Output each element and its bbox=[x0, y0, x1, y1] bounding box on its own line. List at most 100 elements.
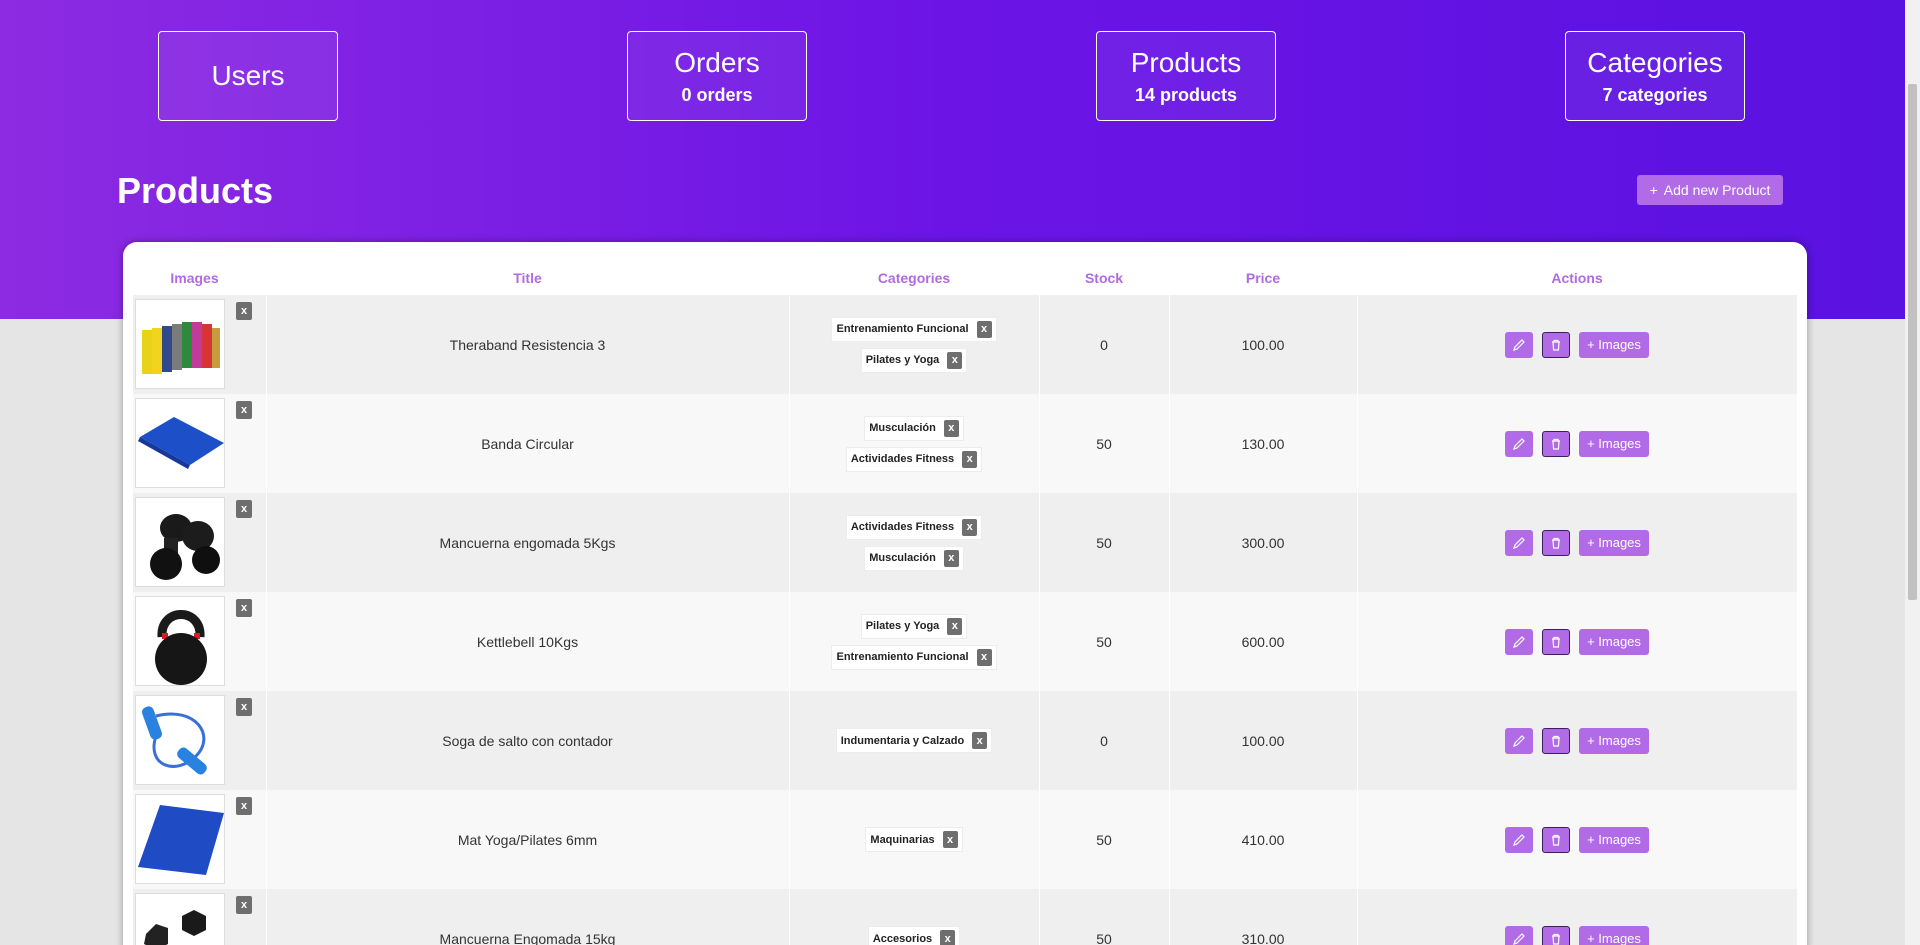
stock-value: 50 bbox=[1096, 435, 1112, 452]
table-row: x Soga de salto con contador Indumentari… bbox=[133, 691, 1797, 790]
stock-value: 50 bbox=[1096, 534, 1112, 551]
add-images-button[interactable]: + Images bbox=[1579, 826, 1649, 853]
add-product-button[interactable]: + Add new Product bbox=[1637, 175, 1783, 205]
remove-category-button[interactable]: x bbox=[962, 450, 978, 468]
remove-category-button[interactable]: x bbox=[943, 549, 959, 567]
pencil-icon bbox=[1513, 635, 1525, 648]
edit-button[interactable] bbox=[1505, 925, 1533, 945]
actions-cell: + Images bbox=[1357, 295, 1797, 394]
stat-card-orders[interactable]: Orders 0 orders bbox=[627, 31, 807, 121]
category-tag: Pilates y Yoga x bbox=[860, 347, 968, 373]
plus-icon: + bbox=[1649, 182, 1658, 198]
edit-button[interactable] bbox=[1505, 826, 1533, 853]
remove-category-button[interactable]: x bbox=[962, 518, 978, 536]
header-title: Title bbox=[513, 270, 542, 286]
delete-button[interactable] bbox=[1542, 529, 1570, 556]
remove-category-button[interactable]: x bbox=[947, 351, 963, 369]
stat-card-products[interactable]: Products 14 products bbox=[1096, 31, 1276, 121]
remove-category-button[interactable]: x bbox=[940, 930, 956, 945]
add-images-button[interactable]: + Images bbox=[1579, 727, 1649, 754]
trash-icon bbox=[1552, 735, 1560, 747]
remove-image-button[interactable]: x bbox=[236, 797, 252, 815]
scrollbar-thumb[interactable] bbox=[1908, 84, 1917, 600]
remove-category-button[interactable]: x bbox=[972, 732, 988, 749]
remove-image-button[interactable]: x bbox=[236, 599, 252, 617]
add-images-button[interactable]: + Images bbox=[1579, 430, 1649, 457]
actions-cell: + Images bbox=[1357, 889, 1797, 945]
stock-value: 50 bbox=[1096, 930, 1112, 945]
pencil-icon bbox=[1513, 338, 1525, 351]
delete-button[interactable] bbox=[1542, 430, 1570, 457]
image-cell: x bbox=[133, 394, 256, 493]
edit-button[interactable] bbox=[1505, 727, 1533, 754]
price-value: 300.00 bbox=[1241, 534, 1285, 551]
categories-cell: Actividades Fitness x Musculación x bbox=[789, 493, 1039, 592]
price-value: 130.00 bbox=[1241, 435, 1285, 452]
delete-button[interactable] bbox=[1542, 331, 1570, 358]
header-categories: Categories bbox=[877, 270, 951, 286]
remove-category-button[interactable]: x bbox=[976, 320, 992, 338]
product-thumbnail bbox=[135, 398, 225, 488]
remove-category-button[interactable]: x bbox=[947, 617, 963, 635]
add-images-button[interactable]: + Images bbox=[1579, 529, 1649, 556]
delete-button[interactable] bbox=[1542, 628, 1570, 655]
add-images-button[interactable]: + Images bbox=[1579, 628, 1649, 655]
categories-cell: Maquinarias x bbox=[789, 790, 1039, 889]
delete-button[interactable] bbox=[1542, 925, 1570, 945]
remove-image-button[interactable]: x bbox=[236, 896, 252, 914]
trash-icon bbox=[1552, 834, 1560, 846]
table-row: x Mancuerna Engomada 15kg Accesorios x 5… bbox=[133, 889, 1797, 945]
image-cell: x bbox=[133, 691, 256, 790]
edit-button[interactable] bbox=[1505, 628, 1533, 655]
product-title: Mat Yoga/Pilates 6mm bbox=[457, 831, 598, 848]
page-title: Products bbox=[117, 170, 274, 211]
stat-card-categories[interactable]: Categories 7 categories bbox=[1565, 31, 1745, 121]
table-row: x Banda Circular Musculación x Actividad… bbox=[133, 394, 1797, 493]
pencil-icon bbox=[1513, 932, 1525, 945]
add-images-button[interactable]: + Images bbox=[1579, 925, 1649, 945]
edit-button[interactable] bbox=[1505, 430, 1533, 457]
table-row: x Mancuerna engomada 5Kgs Actividades Fi… bbox=[133, 493, 1797, 592]
image-cell: x bbox=[133, 790, 256, 889]
add-images-button[interactable]: + Images bbox=[1579, 331, 1649, 358]
stat-title: Categories bbox=[1587, 46, 1723, 78]
stat-title: Orders bbox=[674, 46, 760, 78]
trash-icon bbox=[1552, 438, 1560, 450]
actions-cell: + Images bbox=[1357, 790, 1797, 889]
delete-button[interactable] bbox=[1542, 727, 1570, 754]
remove-image-button[interactable]: x bbox=[236, 401, 252, 419]
edit-button[interactable] bbox=[1505, 529, 1533, 556]
category-label: Pilates y Yoga bbox=[865, 354, 940, 366]
trash-icon bbox=[1552, 339, 1560, 351]
actions-cell: + Images bbox=[1357, 394, 1797, 493]
category-label: Entrenamiento Funcional bbox=[836, 651, 969, 663]
remove-image-button[interactable]: x bbox=[236, 500, 252, 518]
edit-button[interactable] bbox=[1505, 331, 1533, 358]
product-title: Kettlebell 10Kgs bbox=[476, 633, 579, 650]
remove-category-button[interactable]: x bbox=[976, 648, 992, 666]
stat-count: 7 categories bbox=[1602, 84, 1708, 105]
remove-category-button[interactable]: x bbox=[942, 831, 958, 848]
category-tag: Musculación x bbox=[864, 545, 964, 571]
page-scrollbar[interactable] bbox=[1905, 0, 1920, 945]
product-thumbnail bbox=[135, 893, 225, 945]
stat-card-users[interactable]: Users bbox=[158, 31, 338, 121]
image-cell: x bbox=[133, 592, 256, 691]
delete-button[interactable] bbox=[1542, 826, 1570, 853]
category-label: Maquinarias bbox=[870, 833, 935, 846]
price-value: 600.00 bbox=[1241, 633, 1285, 650]
remove-image-button[interactable]: x bbox=[236, 698, 252, 716]
remove-category-button[interactable]: x bbox=[943, 419, 959, 437]
categories-cell: Pilates y Yoga x Entrenamiento Funcional… bbox=[789, 592, 1039, 691]
category-tag: Maquinarias x bbox=[865, 827, 963, 852]
categories-cell: Indumentaria y Calzado x bbox=[789, 691, 1039, 790]
product-thumbnail bbox=[135, 299, 225, 389]
product-thumbnail bbox=[135, 695, 225, 785]
category-tag: Accesorios x bbox=[867, 926, 961, 945]
categories-cell: Entrenamiento Funcional x Pilates y Yoga… bbox=[789, 295, 1039, 394]
category-label: Musculación bbox=[869, 422, 936, 434]
category-tag: Actividades Fitness x bbox=[845, 446, 983, 472]
remove-image-button[interactable]: x bbox=[236, 302, 252, 320]
price-value: 100.00 bbox=[1241, 336, 1285, 353]
categories-cell: Accesorios x bbox=[789, 889, 1039, 945]
